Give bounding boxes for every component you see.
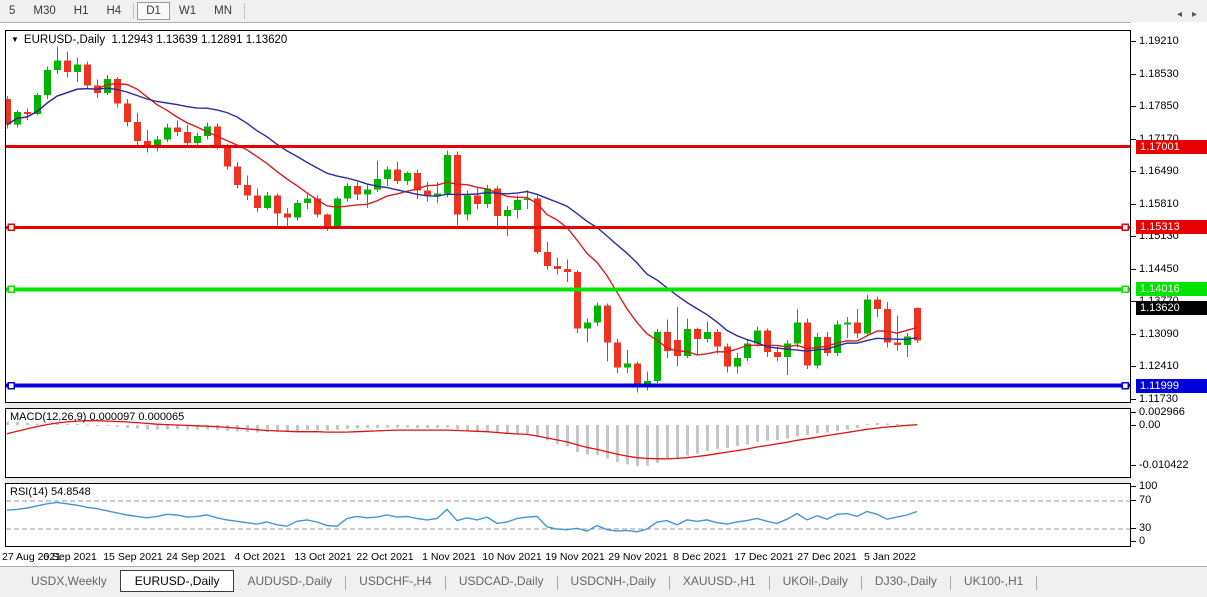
timeframe-button-h1[interactable]: H1: [65, 2, 98, 20]
price-axis-tick: [1131, 203, 1136, 205]
price-axis-label: 1.19210: [1139, 35, 1179, 47]
timeframe-button-m30[interactable]: M30: [24, 2, 64, 20]
timeframe-button-5[interactable]: 5: [0, 2, 24, 20]
rsi-axis-label: 30: [1139, 522, 1152, 534]
macd-axis-label: -0.010422: [1139, 459, 1189, 471]
macd-label: MACD(12,26,9) 0.000097 0.000065: [10, 411, 185, 423]
price-axis-tick: [1131, 73, 1136, 75]
date-axis-label: 29 Nov 2021: [608, 551, 668, 563]
price-axis-tick: [1131, 398, 1136, 400]
macd-panel[interactable]: MACD(12,26,9) 0.000097 0.000065: [5, 408, 1131, 478]
date-axis-label: 27 Dec 2021: [797, 551, 857, 563]
toolbar-separator: [133, 3, 135, 19]
rsi-chart: [6, 500, 1130, 533]
timeframe-button-d1[interactable]: D1: [137, 2, 170, 20]
date-axis-label: 10 Nov 2021: [482, 551, 542, 563]
price-axis-label: 1.15810: [1139, 197, 1179, 210]
chart-title: ▼ EURUSD-,Daily 1.12943 1.13639 1.12891 1…: [11, 34, 287, 46]
price-axis-label: 1.12410: [1139, 360, 1179, 373]
price-axis-label: 1.16490: [1139, 165, 1179, 178]
price-axis[interactable]: 1.19210 1.18530 1.17850 1.17170 1.16490 1.158…: [1131, 22, 1207, 566]
chart-tab-usdx[interactable]: USDX,Weekly: [18, 571, 120, 591]
rsi-label: RSI(14) 54.8548: [10, 486, 91, 498]
date-axis-label: 17 Dec 2021: [734, 551, 794, 563]
macd-axis-tick: [1131, 425, 1136, 426]
current-price-tag: 1.13620: [1136, 301, 1207, 316]
price-axis-tick: [1131, 106, 1136, 107]
hline-price-tag: 1.11999: [1136, 378, 1207, 393]
timeframe-button-h4[interactable]: H4: [97, 2, 130, 20]
macd-axis-tick: [1131, 465, 1136, 466]
chart-tab-ukoil[interactable]: UKOil-,Daily: [770, 571, 861, 591]
chart-tab-usdcnh[interactable]: USDCNH-,Daily: [558, 571, 669, 591]
date-axis-label: 5 Jan 2022: [864, 551, 916, 563]
time-axis[interactable]: 27 Aug 2021 6 Sep 2021 15 Sep 2021 24 Sep 2…: [0, 548, 1131, 566]
date-axis-label: 6 Sep 2021: [43, 551, 97, 563]
timeframe-button-mn[interactable]: MN: [205, 2, 241, 20]
tab-scroll-arrows: ◂ ▸: [1177, 9, 1197, 20]
toolbar-separator: [244, 3, 246, 19]
chart-tab-eurusd[interactable]: EURUSD-,Daily: [119, 570, 235, 592]
symbol-dropdown-icon: ▼: [11, 35, 19, 44]
hline-price-tag: 1.14016: [1136, 282, 1207, 297]
timeframe-button-w1[interactable]: W1: [170, 2, 205, 20]
price-axis-tick: [1131, 171, 1136, 173]
date-axis-label: 22 Oct 2021: [356, 551, 414, 563]
timeframe-toolbar: 5 M30 H1 H4 D1 W1 MN: [0, 0, 1207, 23]
chart-tab-usdchf[interactable]: USDCHF-,H4: [346, 571, 445, 591]
chart-tab-bar: USDX,Weekly EURUSD-,Daily AUDUSD-,Daily USD…: [0, 566, 1207, 597]
chart-symbol-label: EURUSD-,Daily: [23, 34, 106, 46]
rsi-axis-label: 100: [1139, 480, 1158, 492]
macd-axis-label: 0.00: [1139, 419, 1161, 431]
rsi-axis-tick: [1131, 500, 1136, 501]
chart-tab-uk100[interactable]: UK100-,H1: [951, 571, 1036, 591]
price-axis-tick: [1131, 333, 1136, 335]
rsi-axis-tick: [1131, 528, 1136, 529]
price-axis-tick: [1131, 268, 1136, 270]
price-axis-label: 1.14450: [1139, 262, 1179, 275]
date-axis-label: 4 Oct 2021: [234, 551, 286, 563]
rsi-axis-tick: [1131, 486, 1136, 487]
mt4-chart-window: 5 M30 H1 H4 D1 W1 MN ▼ EURUSD-,Daily 1.12943 1.…: [0, 0, 1207, 597]
price-axis-tick: [1131, 236, 1136, 238]
tab-scroll-right-icon[interactable]: ▸: [1192, 9, 1197, 20]
price-axis-label: 1.13090: [1139, 327, 1179, 340]
hline-price-tag: 1.15313: [1136, 220, 1207, 235]
date-axis-label: 1 Nov 2021: [422, 551, 476, 563]
price-chart-panel[interactable]: ▼ EURUSD-,Daily 1.12943 1.13639 1.12891 1…: [5, 30, 1131, 403]
date-axis-label: 19 Nov 2021: [545, 551, 605, 563]
price-axis-label: 1.17850: [1139, 100, 1179, 112]
hline-price-tag: 1.17001: [1136, 139, 1207, 154]
tab-divider: [1036, 576, 1038, 590]
price-axis-label: 1.11730: [1139, 392, 1178, 405]
price-axis-tick: [1131, 366, 1136, 368]
rsi-axis-tick: [1131, 541, 1136, 542]
macd-axis-tick: [1131, 412, 1136, 413]
price-axis-label: 1.18530: [1139, 67, 1179, 80]
tab-scroll-left-icon[interactable]: ◂: [1177, 9, 1182, 20]
date-axis-label: 13 Oct 2021: [294, 551, 352, 563]
rsi-axis-label: 70: [1139, 494, 1152, 506]
chart-tab-dj30[interactable]: DJ30-,Daily: [862, 571, 950, 591]
candlestick-chart[interactable]: [6, 31, 1130, 402]
rsi-panel[interactable]: RSI(14) 54.8548: [5, 483, 1131, 547]
macd-axis-label: 0.002966: [1139, 406, 1185, 418]
chart-tab-audusd[interactable]: AUDUSD-,Daily: [234, 571, 345, 591]
chart-ohlc-values: 1.12943 1.13639 1.12891 1.13620: [111, 34, 288, 46]
date-axis-label: 8 Dec 2021: [673, 551, 727, 563]
date-axis-label: 24 Sep 2021: [166, 551, 226, 563]
chart-tab-xauusd[interactable]: XAUUSD-,H1: [670, 571, 769, 591]
rsi-axis-label: 0: [1139, 535, 1146, 547]
price-axis-tick: [1131, 41, 1136, 42]
chart-tab-usdcad[interactable]: USDCAD-,Daily: [446, 571, 557, 591]
date-axis-label: 15 Sep 2021: [103, 551, 163, 563]
